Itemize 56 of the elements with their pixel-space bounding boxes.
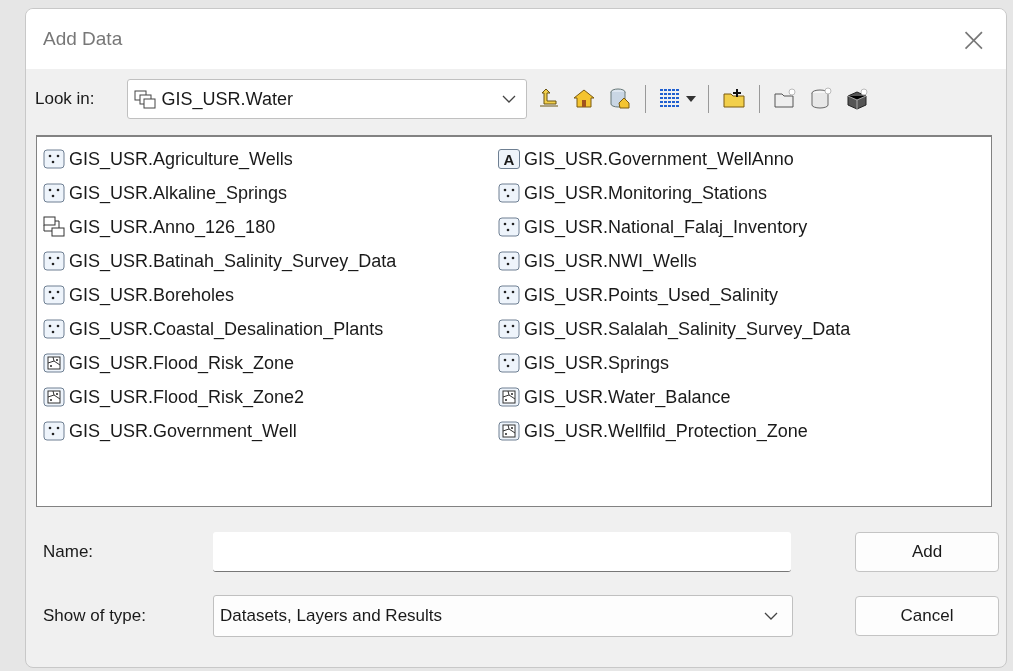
dataset-name[interactable]: GIS_USR.Points_Used_Salinity	[524, 284, 779, 306]
name-label: Name:	[43, 542, 95, 562]
dataset-name[interactable]: GIS_USR.Monitoring_Stations	[524, 182, 768, 204]
point-layer-icon	[498, 285, 520, 305]
database-home-icon	[607, 87, 632, 111]
folder-connect-icon	[721, 87, 746, 111]
annotation-layer-icon: A	[498, 149, 520, 169]
polygon-layer-icon	[43, 387, 65, 407]
dataset-name[interactable]: GIS_USR.Water_Balance	[524, 386, 731, 408]
toolbox-icon	[844, 87, 869, 111]
name-field[interactable]	[213, 532, 791, 572]
point-layer-icon	[498, 319, 520, 339]
dataset-name[interactable]: GIS_USR.National_Falaj_Inventory	[524, 216, 808, 238]
window-title: Add Data	[43, 28, 123, 50]
dataset-name[interactable]: GIS_USR.Anno_126_180	[69, 216, 276, 238]
point-layer-icon	[498, 251, 520, 271]
dataset-name[interactable]: GIS_USR.Batinah_Salinity_Survey_Data	[69, 250, 397, 272]
dataset-name[interactable]: GIS_USR.Government_WellAnno	[524, 148, 794, 170]
point-layer-icon	[43, 149, 65, 169]
point-layer-icon	[498, 217, 520, 237]
polygon-layer-icon	[498, 421, 520, 441]
dataset-name[interactable]: GIS_USR.NWI_Wells	[524, 250, 697, 272]
dataset-name[interactable]: GIS_USR.Springs	[524, 352, 670, 374]
point-layer-icon	[498, 183, 520, 203]
feature-dataset-icon	[43, 216, 65, 238]
point-layer-icon	[43, 251, 65, 271]
polygon-layer-icon	[498, 387, 520, 407]
new-database-icon	[808, 87, 833, 111]
polygon-layer-icon	[43, 353, 65, 373]
type-label: Show of type:	[43, 606, 147, 626]
add-button[interactable]: Add	[855, 532, 999, 572]
dataset-name[interactable]: GIS_USR.Coastal_Desalination_Plants	[69, 318, 384, 340]
point-layer-icon	[43, 183, 65, 203]
caret-icon	[685, 96, 696, 102]
dataset-name[interactable]: GIS_USR.Salalah_Salinity_Survey_Data	[524, 318, 851, 340]
chevron-down-icon	[764, 612, 778, 620]
dataset-name[interactable]: GIS_USR.Flood_Risk_Zone	[69, 352, 295, 374]
feature-dataset-icon	[133, 89, 156, 109]
point-layer-icon	[498, 353, 520, 373]
look-in-dropdown[interactable]: GIS_USR.Water	[126, 79, 527, 119]
dataset-name[interactable]: GIS_USR.Alkaline_Springs	[69, 182, 288, 204]
type-dropdown[interactable]: Datasets, Layers and Results	[213, 595, 793, 637]
dataset-name[interactable]: GIS_USR.Agriculture_Wells	[69, 148, 293, 170]
dataset-name[interactable]: GIS_USR.Boreholes	[69, 284, 235, 306]
dataset-name[interactable]: GIS_USR.Wellfild_Protection_Zone	[524, 420, 808, 442]
point-layer-icon	[43, 319, 65, 339]
close-button[interactable]: ×	[955, 22, 992, 56]
home-icon	[571, 87, 596, 111]
look-in-label: Look in:	[35, 89, 95, 109]
new-folder-icon	[772, 87, 797, 111]
dataset-name[interactable]: GIS_USR.Government_Well	[69, 420, 297, 442]
chevron-down-icon	[501, 95, 516, 103]
point-layer-icon	[43, 421, 65, 441]
point-layer-icon	[43, 285, 65, 305]
dataset-name[interactable]: GIS_USR.Flood_Risk_Zone2	[69, 386, 305, 408]
cancel-button[interactable]: Cancel	[855, 596, 999, 636]
